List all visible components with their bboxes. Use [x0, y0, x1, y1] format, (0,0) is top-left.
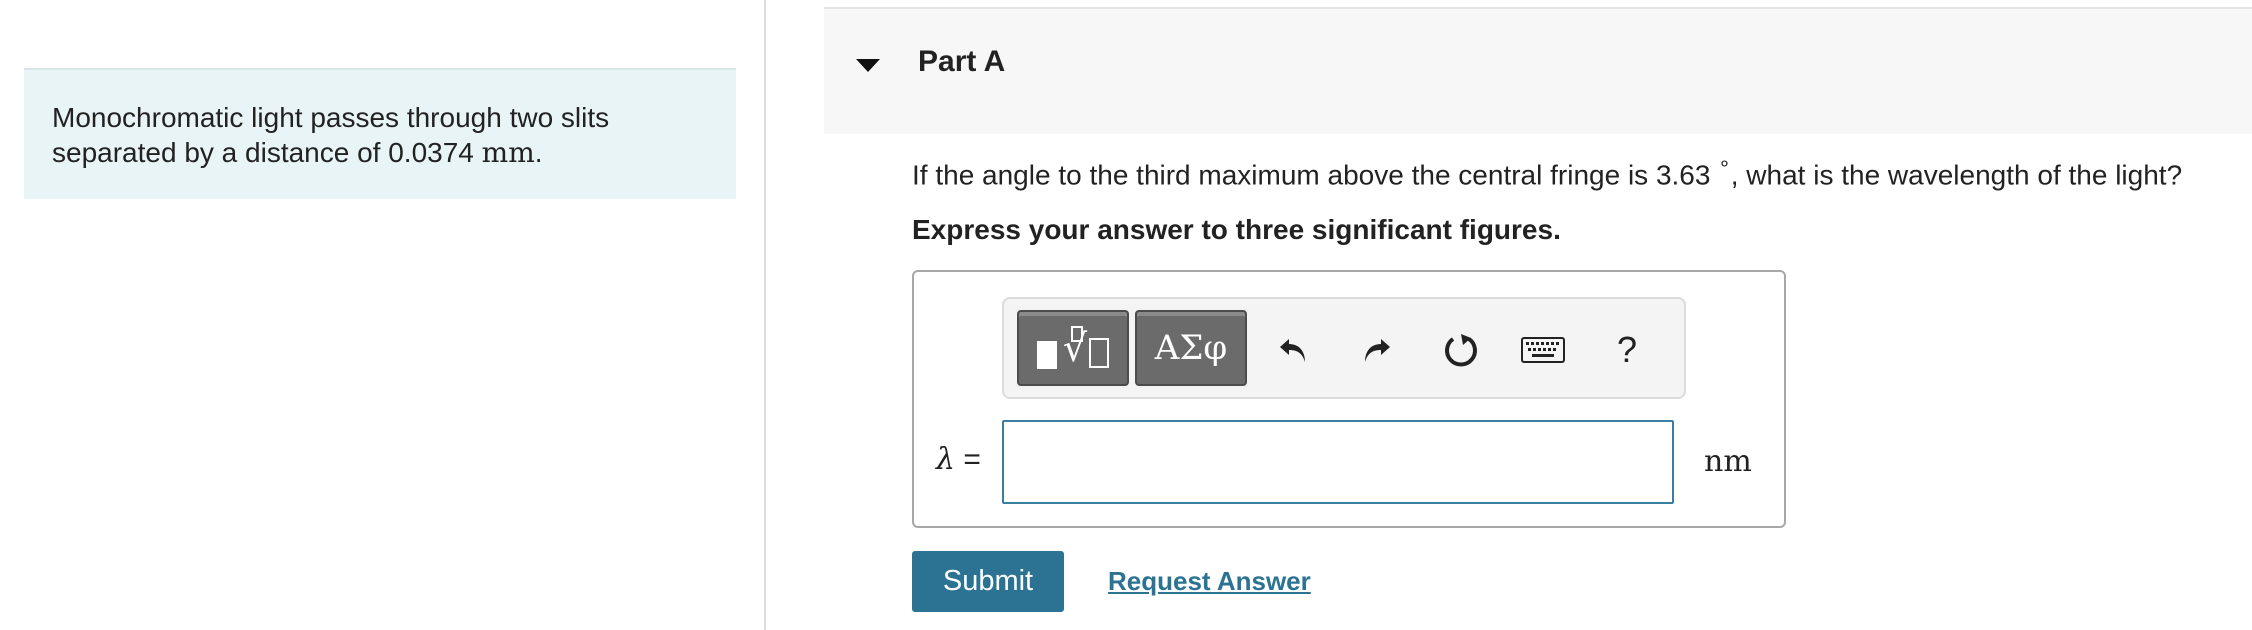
- lambda-symbol: λ: [936, 442, 956, 477]
- part-header[interactable]: Part A: [824, 7, 2252, 134]
- question-text-before: If the angle to the third maximum above …: [912, 159, 1711, 191]
- left-pane: Monochromatic light passes through two s…: [0, 0, 766, 630]
- redo-icon[interactable]: [1352, 325, 1402, 375]
- question-text: If the angle to the third maximum above …: [912, 153, 2183, 191]
- symbols-button[interactable]: ΑΣφ: [1135, 310, 1247, 386]
- answer-input[interactable]: [1002, 420, 1674, 504]
- keyboard-icon[interactable]: [1518, 325, 1568, 375]
- request-answer-link[interactable]: Request Answer: [1108, 566, 1311, 597]
- submit-button[interactable]: Submit: [912, 551, 1064, 612]
- problem-intro-unit: mm: [481, 136, 535, 169]
- question-text-after: , what is the wavelength of the light?: [1730, 159, 2183, 191]
- help-button[interactable]: ?: [1602, 325, 1652, 375]
- part-title: Part A: [918, 45, 1006, 78]
- answer-instruction: Express your answer to three significant…: [912, 214, 1561, 245]
- reset-icon[interactable]: [1436, 325, 1486, 375]
- template-block-icon: [1036, 341, 1057, 369]
- problem-intro-period: .: [534, 137, 543, 168]
- answer-variable-label: λ =: [936, 442, 981, 477]
- equals-sign: =: [963, 443, 981, 476]
- template-box-icon: [1089, 338, 1110, 368]
- template-index-icon: [1071, 326, 1083, 342]
- answer-unit: nm: [1704, 444, 1752, 479]
- degree-symbol: ∘: [1718, 153, 1731, 175]
- answer-box: √ ΑΣφ ? λ = nm: [912, 270, 1786, 528]
- problem-intro: Monochromatic light passes through two s…: [24, 68, 736, 199]
- undo-icon[interactable]: [1268, 325, 1318, 375]
- collapse-caret-icon[interactable]: [856, 59, 880, 72]
- math-toolbar: √ ΑΣφ ?: [1002, 297, 1686, 399]
- templates-button[interactable]: √: [1017, 310, 1129, 386]
